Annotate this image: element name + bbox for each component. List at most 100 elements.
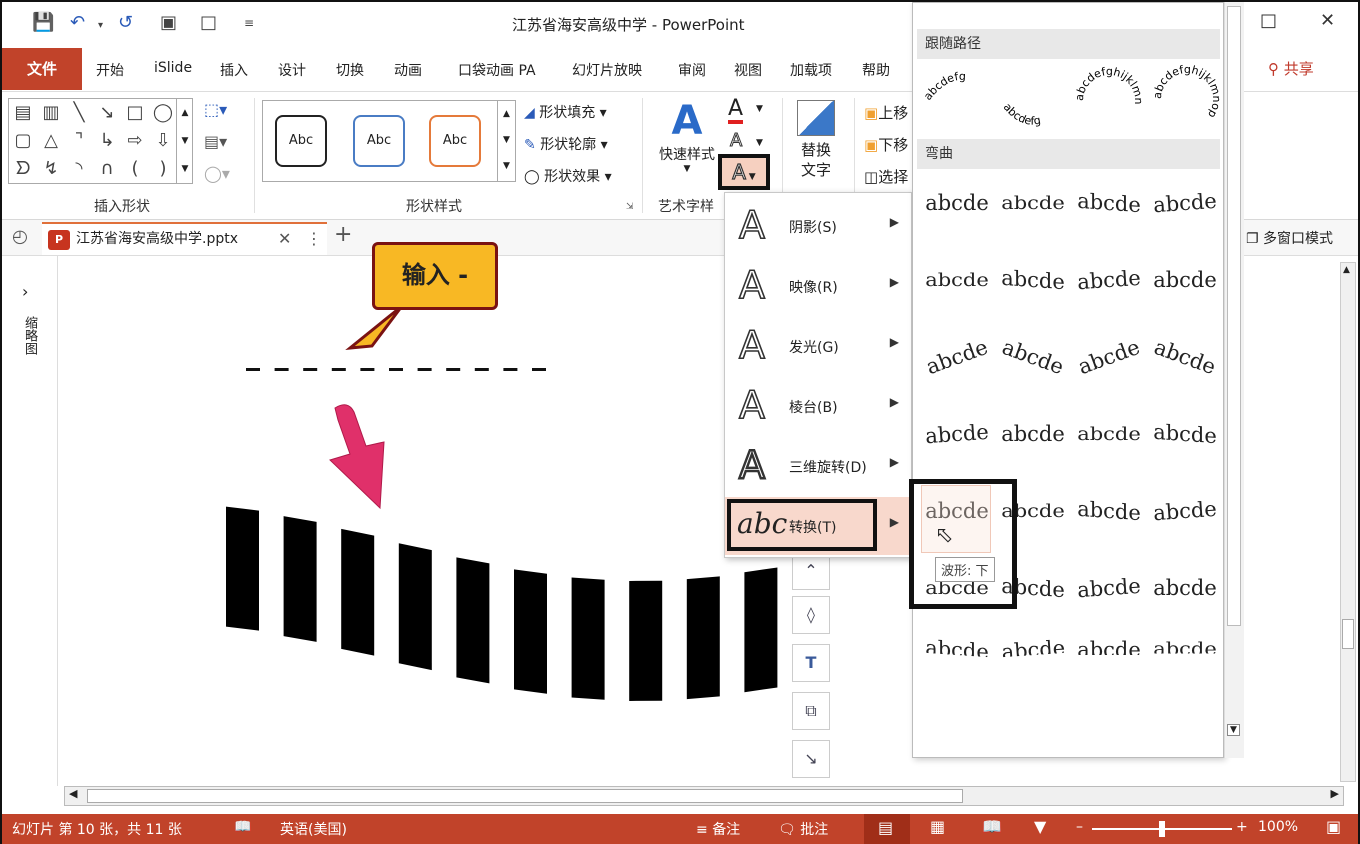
slideshow-icon[interactable]: ▼ xyxy=(1034,817,1046,836)
tab-design[interactable]: 设计 xyxy=(278,60,306,80)
warp-style-cell[interactable]: abcde xyxy=(1139,316,1231,398)
bring-forward-button[interactable]: ▣上移 xyxy=(864,102,908,123)
menu-item-shadow[interactable]: A 阴影(S) ▶ xyxy=(725,197,911,255)
follow-path-sample-arch[interactable]: abcdefg xyxy=(921,70,966,103)
save-icon[interactable]: 💾 xyxy=(32,12,54,33)
warp-style-cell[interactable]: abcde xyxy=(1069,555,1149,620)
send-backward-button[interactable]: ▣下移 xyxy=(864,134,908,155)
text-effects-button[interactable]: A ▼ xyxy=(718,154,770,190)
warp-style-cell[interactable]: abcde xyxy=(1145,170,1225,235)
scribble-shape-icon[interactable]: ↯ xyxy=(37,155,65,183)
warp-style-cell[interactable]: abcde xyxy=(995,247,1071,312)
redo-icon[interactable]: ↺ xyxy=(118,12,133,33)
styles-scroll[interactable]: ▲ ▼ ▼ xyxy=(497,101,515,181)
tab-animations[interactable]: 动画 xyxy=(394,60,422,80)
shape-fill-button[interactable]: ◢ 形状填充 ▾ xyxy=(524,102,607,122)
scroll-thumb[interactable] xyxy=(87,789,963,803)
warp-style-cell[interactable]: abcde xyxy=(995,178,1071,229)
style-sample-orange[interactable]: Abc xyxy=(429,115,481,167)
tab-addins[interactable]: 加载项 xyxy=(790,60,832,80)
spellcheck-icon[interactable]: 📖 xyxy=(234,819,251,835)
arrange-icon[interactable]: ⧉ xyxy=(792,692,830,730)
text-fill-dropdown-icon[interactable]: ▼ xyxy=(756,104,763,114)
warp-style-cell[interactable]: abcde xyxy=(917,401,997,466)
tab-transitions[interactable]: 切换 xyxy=(336,60,364,80)
right-arrow-shape-icon[interactable]: ⇨ xyxy=(121,127,149,155)
quick-styles-button[interactable]: A 快速样式 ▼ xyxy=(652,98,722,174)
left-bracket-shape-icon[interactable]: ( xyxy=(121,155,149,183)
warp-style-cell[interactable]: abcde xyxy=(1071,478,1147,543)
gallery-scrollbar[interactable]: ▼ xyxy=(1224,2,1244,758)
arc-shape-icon[interactable]: ◝ xyxy=(65,155,93,183)
zoom-in-icon[interactable]: + xyxy=(1236,819,1248,835)
resize-icon[interactable]: ↘ xyxy=(792,740,830,778)
warp-style-cell[interactable]: abcde xyxy=(1147,558,1223,618)
tab-home[interactable]: 开始 xyxy=(96,60,124,80)
close-icon[interactable]: ✕ xyxy=(1320,10,1335,31)
rounded-rect-shape-icon[interactable]: ▢ xyxy=(9,127,37,155)
warp-style-cell[interactable]: abcde xyxy=(1147,401,1223,466)
freeform-shape-icon[interactable]: ᗤ xyxy=(9,155,37,183)
recent-files-icon[interactable]: ◴ xyxy=(12,226,28,247)
down-arrow-shape-icon[interactable]: ⇩ xyxy=(149,127,177,155)
tab-view[interactable]: 视图 xyxy=(734,60,762,80)
follow-path-sample-arch-down[interactable]: abcdefg xyxy=(1001,101,1042,128)
rectangle-shape-icon[interactable]: □ xyxy=(121,99,149,127)
tab-file[interactable]: 文件 xyxy=(2,48,82,90)
document-tab[interactable]: P 江苏省海安高级中学.pptx ✕ ⋮ xyxy=(42,222,327,255)
gallery-scroll-down-icon[interactable]: ▼ xyxy=(1227,724,1240,736)
tab-menu-icon[interactable]: ⋮ xyxy=(306,224,322,254)
comments-button[interactable]: 🗨 批注 xyxy=(778,819,828,839)
expand-pane-icon[interactable]: › xyxy=(22,282,28,301)
warp-style-cell[interactable]: abcde xyxy=(919,632,995,658)
customize-icon[interactable]: ≡ xyxy=(244,16,254,30)
warp-style-cell[interactable]: abcde xyxy=(1071,409,1147,460)
multi-window-button[interactable]: ❐ 多窗口模式 xyxy=(1246,228,1333,248)
follow-path-sample-circle[interactable]: abcdefghijklmn xyxy=(1073,65,1145,105)
oval-shape-icon[interactable]: ◯ xyxy=(149,99,177,127)
follow-path-sample-button[interactable]: abcdefghijklmnop xyxy=(1151,63,1223,120)
gallery-scroll-thumb[interactable] xyxy=(1227,6,1241,626)
horizontal-scrollbar[interactable]: ◀ ▶ xyxy=(64,786,1344,806)
text-box-icon[interactable]: ▤▾ xyxy=(204,132,227,151)
curve-shape-icon[interactable]: ∩ xyxy=(93,155,121,183)
warp-style-cell[interactable]: abcde xyxy=(911,316,1003,398)
menu-item-glow[interactable]: A 发光(G) ▶ xyxy=(725,317,911,375)
zoom-level[interactable]: 100% xyxy=(1258,819,1298,835)
alt-text-button[interactable]: 替换文字 xyxy=(792,100,840,180)
text-box-format-icon[interactable]: T xyxy=(792,644,830,682)
warp-style-cell[interactable]: abcde xyxy=(995,404,1071,464)
menu-item-transform[interactable]: abc 转换(T) ▶ xyxy=(725,497,911,555)
maximize-icon[interactable]: □ xyxy=(1260,10,1277,31)
scroll-right-icon[interactable]: ▶ xyxy=(1331,787,1339,800)
menu-item-reflection[interactable]: A 映像(R) ▶ xyxy=(725,257,911,315)
right-bracket-shape-icon[interactable]: ) xyxy=(149,155,177,183)
scroll-up-icon[interactable]: ▲ xyxy=(1343,265,1350,275)
dialog-launcher-icon[interactable]: ⇲ xyxy=(626,202,634,212)
text-outline-icon[interactable]: A xyxy=(729,130,742,152)
text-fill-icon[interactable]: A xyxy=(728,98,744,124)
tab-help[interactable]: 帮助 xyxy=(862,60,890,80)
shape-outline-button[interactable]: ✎ 形状轮廓 ▾ xyxy=(524,134,608,154)
text-outline-dropdown-icon[interactable]: ▼ xyxy=(756,138,763,148)
warp-style-cell[interactable]: abcde xyxy=(919,173,995,233)
slide-sorter-icon[interactable]: ▦ xyxy=(930,817,945,836)
textbox-shape-icon[interactable]: ▤ xyxy=(9,99,37,127)
line-shape-icon[interactable]: ╲ xyxy=(65,99,93,127)
triangle-shape-icon[interactable]: △ xyxy=(37,127,65,155)
normal-view-button[interactable]: ▤ xyxy=(864,814,910,844)
share-button[interactable]: ⚲ 共享 xyxy=(1268,58,1314,79)
vertical-scrollbar[interactable]: ▲ xyxy=(1340,262,1356,782)
scroll-left-icon[interactable]: ◀ xyxy=(69,787,77,800)
zoom-slider[interactable] xyxy=(1092,821,1232,837)
present-icon[interactable]: ▣ xyxy=(160,12,177,33)
arrow-line-shape-icon[interactable]: ↘ xyxy=(93,99,121,127)
warp-style-cell[interactable]: abcde xyxy=(987,316,1079,398)
shape-effects-button[interactable]: ◯ 形状效果 ▾ xyxy=(524,166,612,186)
tab-islide[interactable]: iSlide xyxy=(154,60,192,76)
style-sample-blue[interactable]: Abc xyxy=(353,115,405,167)
warp-style-cell[interactable]: abcde xyxy=(1147,250,1223,310)
shape-styles-gallery[interactable]: Abc Abc Abc ▲ ▼ ▼ xyxy=(262,100,516,182)
reading-view-icon[interactable]: 📖 xyxy=(982,817,1002,836)
tab-insert[interactable]: 插入 xyxy=(220,60,248,80)
